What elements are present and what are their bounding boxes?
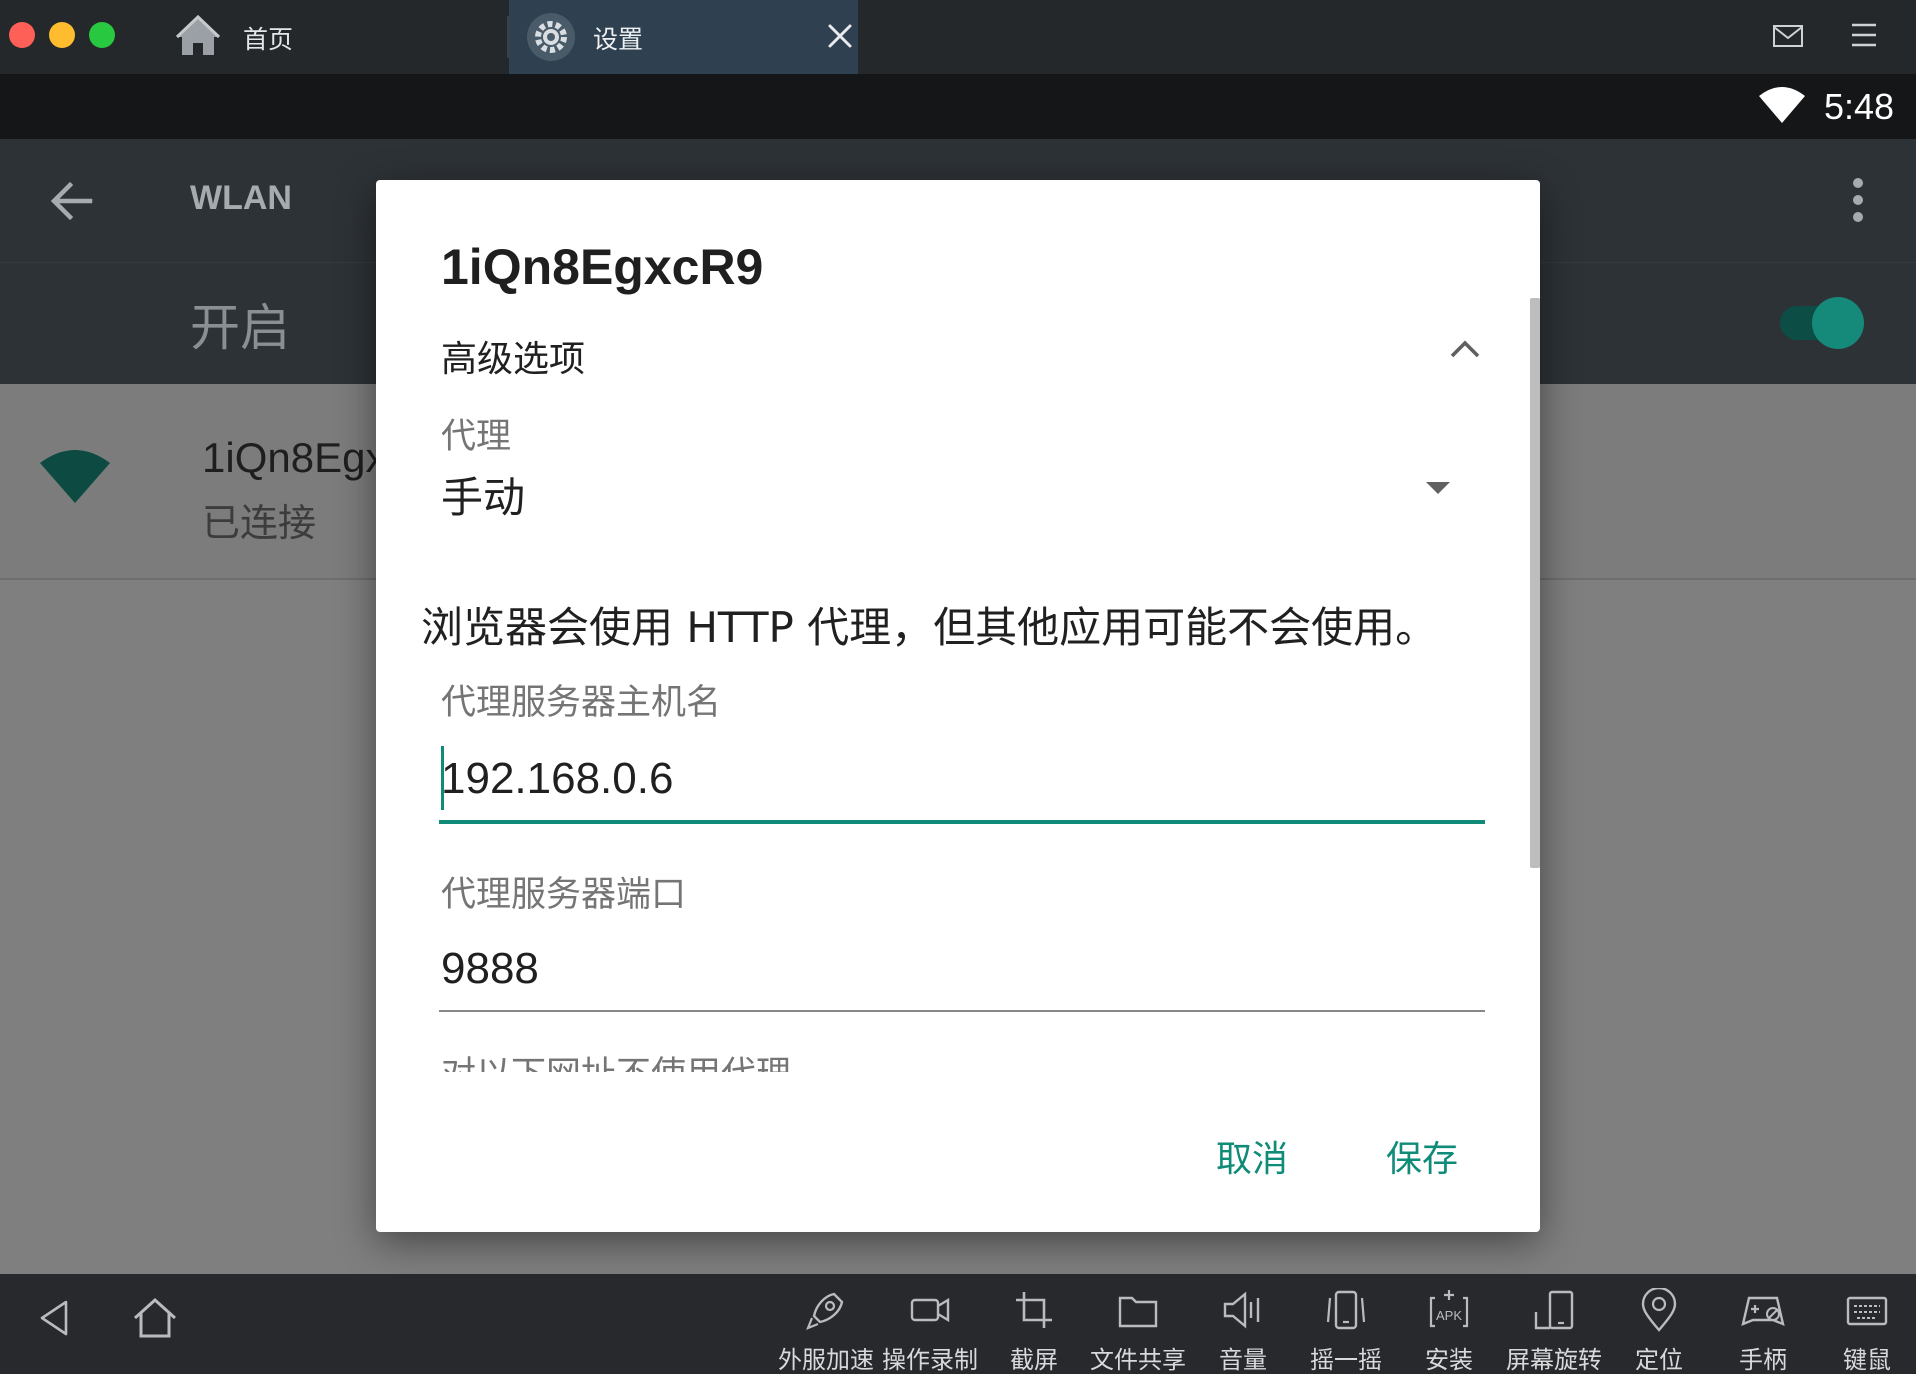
network-name: 1iQn8Egx bbox=[202, 434, 387, 481]
shake-phone-icon bbox=[1326, 1290, 1366, 1330]
volume-icon bbox=[1223, 1291, 1260, 1329]
apk-install-icon: APK bbox=[1429, 1290, 1469, 1328]
video-camera-icon bbox=[910, 1297, 950, 1323]
tool-location[interactable]: 定位 bbox=[1624, 1274, 1694, 1374]
tool-label: 截屏 bbox=[1010, 1346, 1058, 1374]
tool-record[interactable]: 操作录制 bbox=[878, 1274, 982, 1374]
bypass-label: 对以下网址不使用代理 bbox=[441, 1048, 791, 1072]
folder-icon bbox=[1118, 1296, 1158, 1328]
tab-home[interactable]: 首页 bbox=[155, 0, 507, 74]
tool-shake[interactable]: 摇一摇 bbox=[1296, 1274, 1396, 1374]
proxy-warning-text: 浏览器会使用 HTTP 代理，但其他应用可能不会使用。 bbox=[421, 603, 1438, 652]
network-status: 已连接 bbox=[202, 501, 317, 545]
maximize-window-button[interactable] bbox=[89, 22, 115, 48]
overflow-menu-icon[interactable] bbox=[1847, 175, 1869, 225]
rocket-icon bbox=[806, 1292, 844, 1330]
tool-screenshot[interactable]: 截屏 bbox=[1000, 1274, 1068, 1374]
tool-label: 键鼠 bbox=[1843, 1346, 1891, 1374]
advanced-options-toggle[interactable]: 高级选项 bbox=[441, 330, 585, 382]
android-status-bar: 5:48 bbox=[0, 74, 1916, 139]
gamepad-icon bbox=[1741, 1296, 1785, 1326]
tool-gamepad[interactable]: 手柄 bbox=[1728, 1274, 1798, 1374]
tool-keyboard-mouse[interactable]: 键鼠 bbox=[1832, 1274, 1902, 1374]
tool-label: 文件共享 bbox=[1090, 1346, 1186, 1374]
bypass-label-clip: 对以下网址不使用代理 bbox=[441, 1048, 1441, 1072]
home-icon bbox=[175, 14, 221, 55]
cancel-button[interactable]: 取消 bbox=[1216, 1130, 1288, 1182]
tab-settings-label: 设置 bbox=[593, 25, 644, 54]
tab-settings[interactable]: 设置 bbox=[509, 0, 858, 74]
page-title: WLAN bbox=[190, 179, 292, 217]
port-input[interactable]: 9888 bbox=[439, 922, 1485, 1012]
back-arrow-icon[interactable] bbox=[46, 175, 98, 227]
tool-label: 音量 bbox=[1219, 1346, 1267, 1374]
gear-icon bbox=[527, 13, 575, 61]
switch-label: 开启 bbox=[190, 299, 290, 357]
hostname-input[interactable]: 192.168.0.6 bbox=[439, 732, 1485, 824]
port-label: 代理服务器端口 bbox=[441, 875, 687, 915]
tool-accelerate[interactable]: 外服加速 bbox=[772, 1274, 880, 1374]
dialog-title: 1iQn8EgxcR9 bbox=[441, 239, 764, 295]
wifi-signal-icon bbox=[1759, 87, 1805, 123]
minimize-window-button[interactable] bbox=[49, 22, 75, 48]
window-tab-bar: 首页 设置 bbox=[0, 0, 1916, 74]
wifi-config-dialog: 1iQn8EgxcR9 高级选项 代理 手动 浏览器会使用 HTTP 代理，但其… bbox=[376, 180, 1540, 1232]
nav-back-icon[interactable] bbox=[34, 1296, 74, 1340]
crop-icon bbox=[1016, 1292, 1052, 1328]
status-clock: 5:48 bbox=[1824, 86, 1895, 127]
close-icon[interactable] bbox=[822, 18, 858, 54]
rotate-screen-icon bbox=[1534, 1290, 1574, 1330]
tool-label: 摇一摇 bbox=[1310, 1346, 1382, 1374]
mail-icon[interactable] bbox=[1770, 18, 1806, 54]
emulator-toolbar: 外服加速 操作录制 截屏 文件共享 音量 摇一摇 APK 安装 屏幕旋转 定位 … bbox=[0, 1274, 1916, 1374]
dialog-scrollbar[interactable] bbox=[1530, 298, 1540, 868]
hostname-label: 代理服务器主机名 bbox=[441, 683, 722, 723]
hostname-value: 192.168.0.6 bbox=[441, 754, 674, 803]
svg-text:APK: APK bbox=[1436, 1308, 1462, 1323]
proxy-label: 代理 bbox=[441, 417, 512, 457]
proxy-select[interactable]: 手动 bbox=[441, 464, 525, 525]
close-window-button[interactable] bbox=[9, 22, 35, 48]
tab-home-label: 首页 bbox=[243, 25, 294, 54]
tool-label: 定位 bbox=[1635, 1346, 1683, 1374]
tool-label: 操作录制 bbox=[882, 1346, 978, 1374]
tool-label: 屏幕旋转 bbox=[1506, 1346, 1602, 1374]
save-button[interactable]: 保存 bbox=[1386, 1130, 1458, 1182]
wlan-toggle-thumb[interactable] bbox=[1812, 297, 1864, 349]
hamburger-menu-icon[interactable] bbox=[1846, 17, 1882, 53]
tool-rotate[interactable]: 屏幕旋转 bbox=[1502, 1274, 1606, 1374]
nav-home-icon[interactable] bbox=[130, 1294, 180, 1342]
location-pin-icon bbox=[1641, 1288, 1677, 1332]
tool-volume[interactable]: 音量 bbox=[1208, 1274, 1278, 1374]
tool-file-share[interactable]: 文件共享 bbox=[1084, 1274, 1192, 1374]
port-value: 9888 bbox=[441, 944, 539, 993]
tool-label: 安装 bbox=[1425, 1346, 1473, 1374]
wifi-signal-icon bbox=[40, 450, 110, 503]
tool-install[interactable]: APK 安装 bbox=[1414, 1274, 1484, 1374]
chevron-up-icon[interactable] bbox=[1446, 330, 1484, 368]
tool-label: 外服加速 bbox=[778, 1346, 874, 1374]
tool-label: 手柄 bbox=[1739, 1346, 1787, 1374]
dropdown-arrow-icon[interactable] bbox=[1420, 470, 1456, 506]
keyboard-icon bbox=[1846, 1296, 1888, 1326]
